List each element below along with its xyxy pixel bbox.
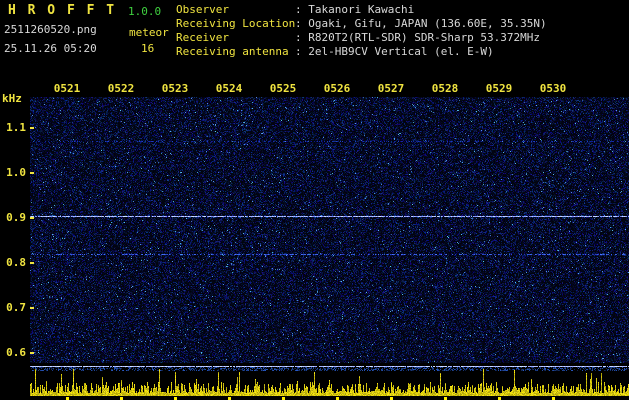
time-tick-label: 0522 bbox=[107, 82, 135, 95]
output-file-name: 2511260520.png bbox=[4, 23, 97, 36]
info-label: Observer bbox=[176, 3, 229, 16]
time-tick-label: 0527 bbox=[377, 82, 405, 95]
station-info-row: Receiving antenna : 2el-HB9CV Vertical (e… bbox=[176, 45, 547, 59]
app-version: 1.0.0 bbox=[128, 5, 162, 18]
time-tick-label: 0521 bbox=[53, 82, 81, 95]
spectrogram-canvas bbox=[30, 97, 629, 363]
mode-label: meteor bbox=[129, 26, 169, 39]
station-info-row: Receiving Location: Ogaki, Gifu, JAPAN (… bbox=[176, 17, 547, 31]
time-tick-label: 0530 bbox=[539, 82, 567, 95]
info-value: : R820T2(RTL-SDR) SDR-Sharp 53.372MHz bbox=[295, 31, 541, 44]
time-tick-label: 0529 bbox=[485, 82, 513, 95]
station-info-row: Receiver : R820T2(RTL-SDR) SDR-Sharp 53.3… bbox=[176, 31, 547, 45]
freq-tick-label: 0.9 bbox=[6, 211, 26, 224]
time-tick-label: 0525 bbox=[269, 82, 297, 95]
station-info: Observer : Takanori Kawachi Receiving Loc… bbox=[176, 3, 547, 59]
station-info-row: Observer : Takanori Kawachi bbox=[176, 3, 547, 17]
info-value: : Ogaki, Gifu, JAPAN (136.60E, 35.35N) bbox=[295, 17, 547, 30]
app-title: H R O F F T bbox=[8, 3, 117, 18]
signal-level-strip-canvas bbox=[30, 364, 629, 400]
info-label: Receiver bbox=[176, 31, 229, 44]
echo-count: 16 bbox=[141, 42, 155, 55]
info-value: : Takanori Kawachi bbox=[295, 3, 415, 16]
freq-tick-label: 0.6 bbox=[6, 346, 26, 359]
info-value: : 2el-HB9CV Vertical (el. E-W) bbox=[295, 45, 494, 58]
freq-tick-label: 1.1 bbox=[6, 121, 26, 134]
datetime-label: 25.11.26 05:20 bbox=[4, 42, 97, 55]
time-tick-label: 0523 bbox=[161, 82, 189, 95]
time-tick-label: 0524 bbox=[215, 82, 243, 95]
time-tick-label: 0526 bbox=[323, 82, 351, 95]
freq-tick-label: 0.7 bbox=[6, 301, 26, 314]
time-tick-label: 0528 bbox=[431, 82, 459, 95]
hrofft-screen: H R O F F T 1.0.0 2511260520.png meteor … bbox=[0, 0, 629, 400]
info-label: Receiving Location bbox=[176, 17, 296, 30]
info-label: Receiving antenna bbox=[176, 45, 289, 58]
freq-tick-label: 0.8 bbox=[6, 256, 26, 269]
y-axis-unit-label: kHz bbox=[2, 92, 22, 105]
freq-tick-label: 1.0 bbox=[6, 166, 26, 179]
